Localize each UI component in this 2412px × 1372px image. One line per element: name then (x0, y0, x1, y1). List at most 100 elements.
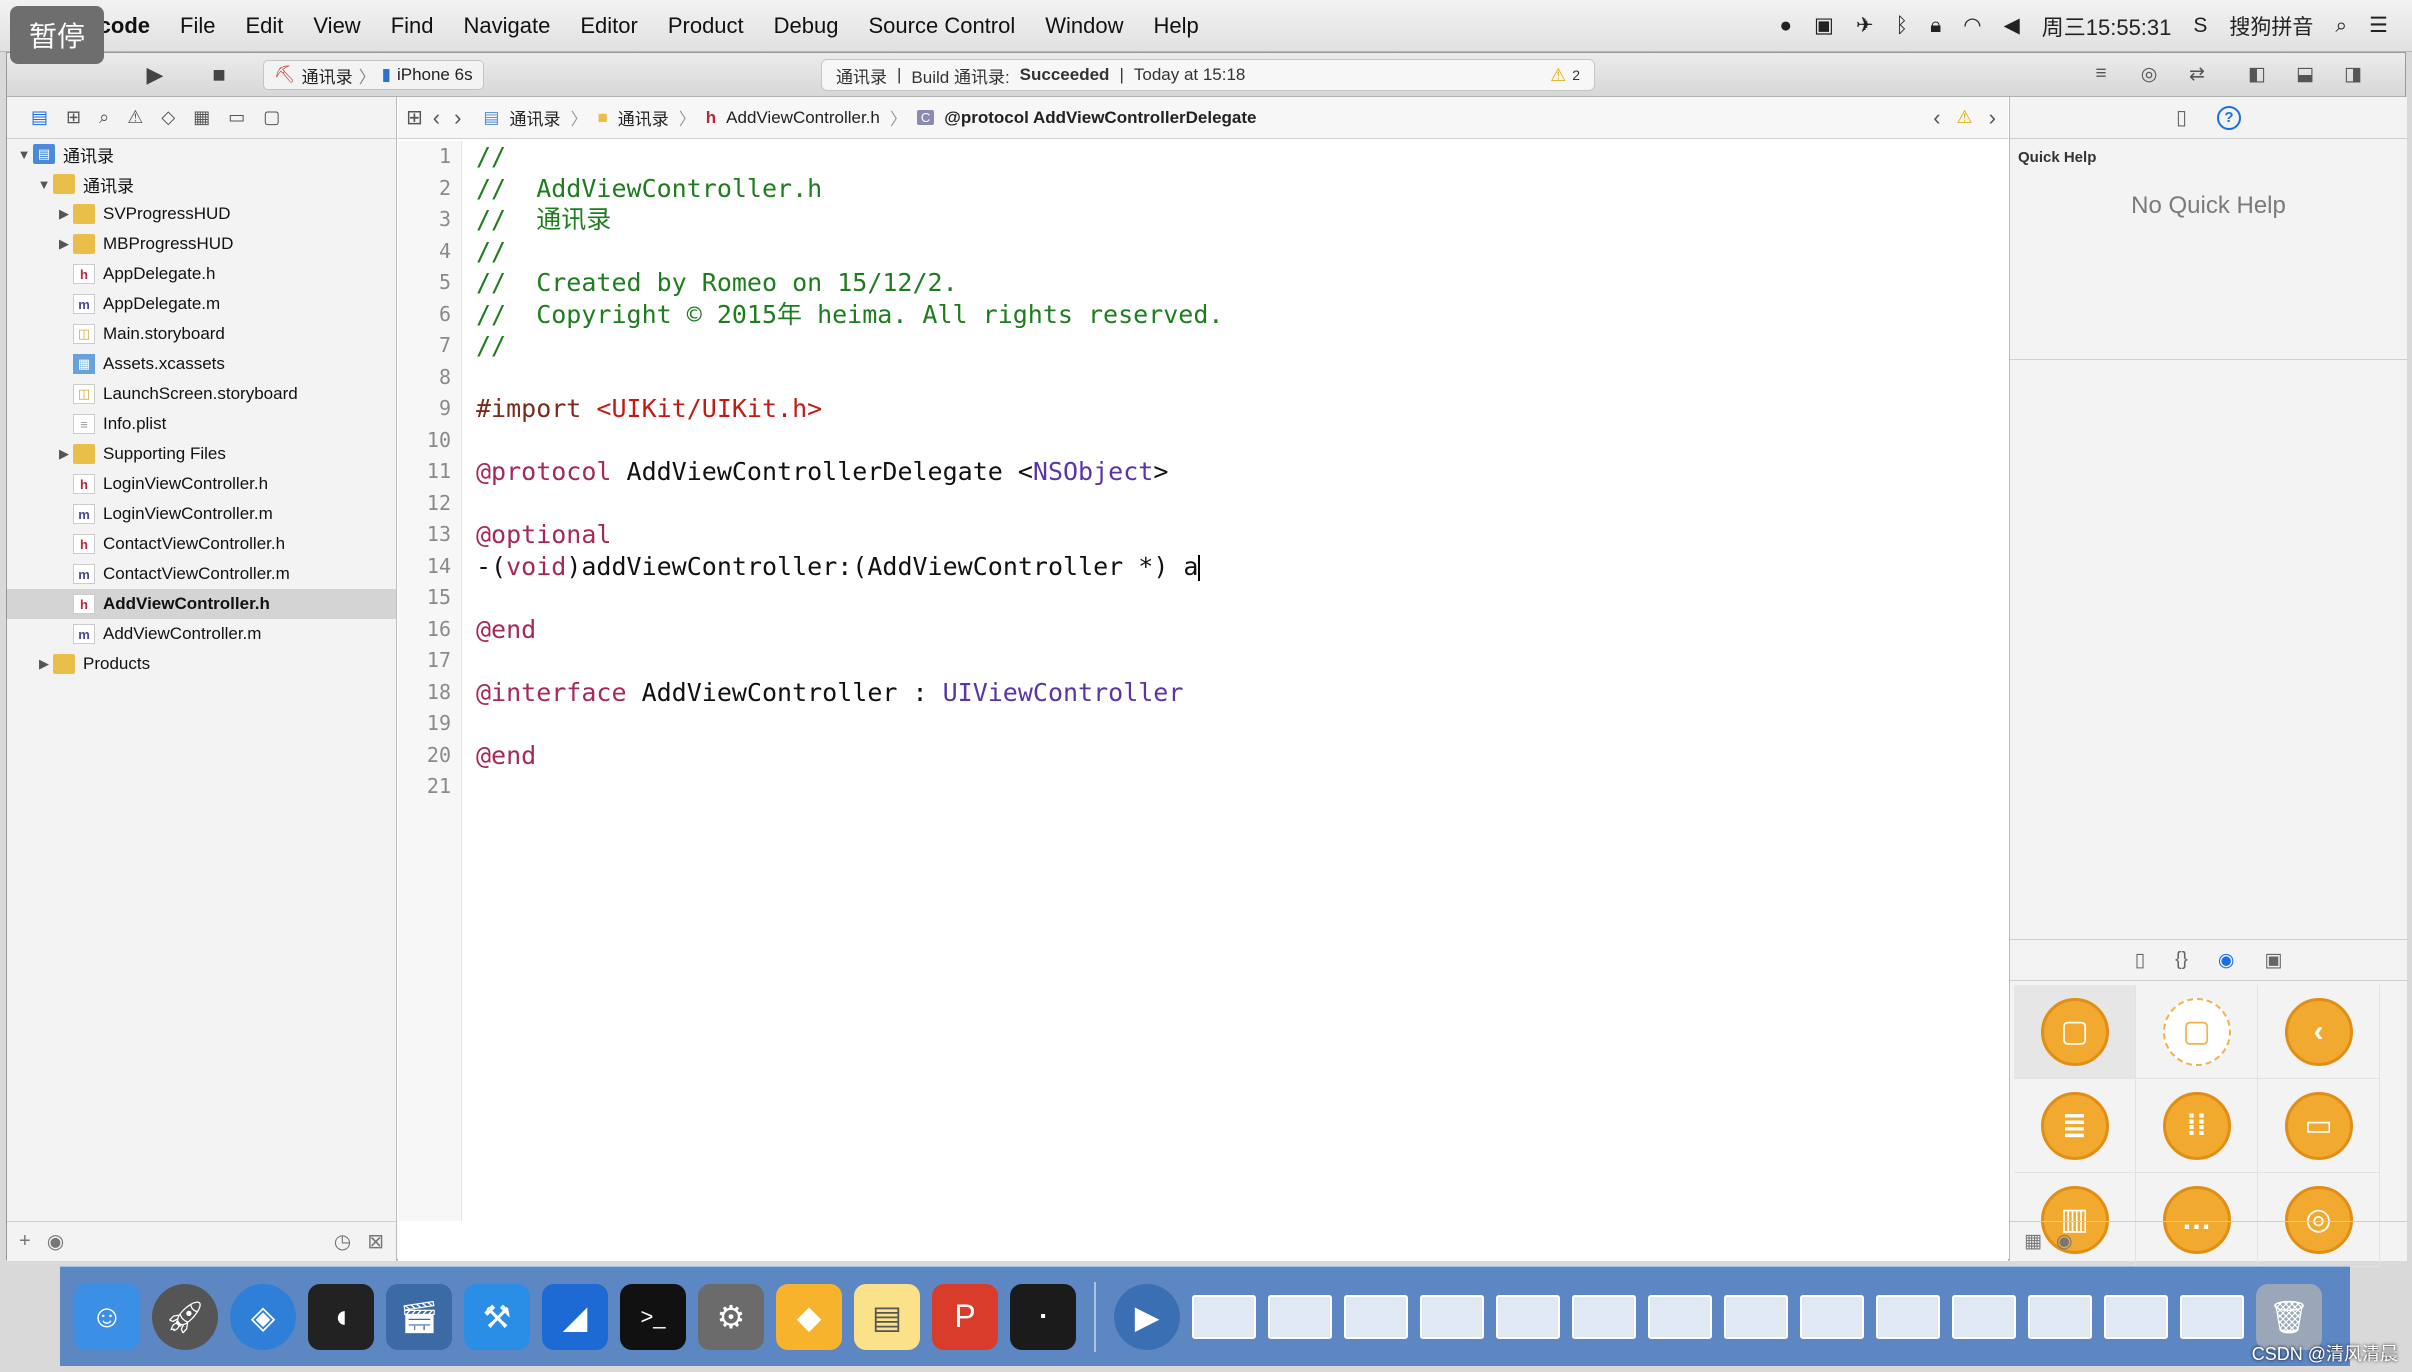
code-line[interactable] (476, 488, 1223, 520)
file-tree-row[interactable]: ▼ ▤ 通讯录 (7, 139, 396, 169)
line-number-gutter[interactable]: 1 2 3 4 5 6 7 8 9 10 11 12 13 14 15 16 17 18 19 20 21 (398, 141, 462, 1221)
mouse-app-icon[interactable]: ◖ (308, 1283, 374, 1350)
jump-crumb-project[interactable]: 通讯录 (509, 105, 560, 130)
jump-crumb-group[interactable]: 通讯录 (618, 105, 669, 130)
menu-file[interactable]: File (180, 13, 215, 39)
menu-window[interactable]: Window (1045, 13, 1123, 39)
issue-navigator-icon[interactable]: ⚠ (127, 107, 143, 128)
minimized-window[interactable] (1344, 1294, 1408, 1339)
volume-icon[interactable]: ◀ (2004, 13, 2020, 38)
menu-find[interactable]: Find (391, 13, 434, 39)
file-tree-row[interactable]: h ContactViewController.h (7, 529, 396, 559)
media-library-icon[interactable]: ▣ (2264, 949, 2282, 972)
file-tree-row[interactable]: ◫ LaunchScreen.storyboard (7, 379, 396, 409)
warning-indicator[interactable]: ⚠ 2 (1550, 65, 1580, 86)
minimized-window[interactable] (1800, 1294, 1864, 1339)
code-line[interactable] (476, 425, 1223, 457)
code-line[interactable]: @end (476, 740, 1223, 772)
minimized-window[interactable] (1876, 1294, 1940, 1339)
menu-product[interactable]: Product (668, 13, 744, 39)
disclosure-triangle-icon[interactable]: ▼ (15, 147, 33, 162)
library-view-controller[interactable]: ▢ (2014, 985, 2136, 1079)
code-line[interactable]: // (476, 330, 1223, 362)
code-line[interactable] (476, 771, 1223, 803)
menu-source-control[interactable]: Source Control (869, 13, 1016, 39)
file-tree-row[interactable]: h LoginViewController.h (7, 469, 396, 499)
file-tree-row[interactable]: ▶ Supporting Files (7, 439, 396, 469)
code-line[interactable]: @optional (476, 519, 1223, 551)
minimized-window[interactable] (2180, 1294, 2244, 1339)
symbol-navigator-icon[interactable]: ⊞ (66, 107, 81, 128)
instruments-icon[interactable]: ◢ (542, 1283, 608, 1350)
terminal-icon[interactable]: >_ (620, 1283, 686, 1350)
notification-center-icon[interactable]: ☰ (2369, 13, 2388, 38)
app-status-icon[interactable]: ● (1779, 14, 1792, 38)
disclosure-triangle-icon[interactable]: ▼ (35, 177, 53, 192)
code-line[interactable]: // AddViewController.h (476, 173, 1223, 205)
minimized-window[interactable] (1724, 1294, 1788, 1339)
stop-button[interactable]: ■ (197, 59, 241, 91)
presentation-app-icon[interactable]: P (932, 1283, 998, 1350)
forward-arrow-icon[interactable]: › (454, 105, 461, 131)
minimized-window[interactable] (2104, 1294, 2168, 1339)
related-items-icon[interactable]: ⊞ (406, 105, 423, 130)
previous-issue-icon[interactable]: ‹ (1933, 105, 1940, 131)
minimized-window[interactable] (1192, 1294, 1256, 1339)
minimized-window[interactable] (1572, 1294, 1636, 1339)
report-navigator-icon[interactable]: ▢ (263, 107, 280, 128)
wifi-icon[interactable]: ◠ (1963, 13, 1981, 38)
file-tree-row[interactable]: m LoginViewController.m (7, 499, 396, 529)
disclosure-triangle-icon[interactable]: ▶ (55, 236, 73, 252)
video-app-icon[interactable]: 🎬︎ (386, 1283, 452, 1350)
file-tree-row[interactable]: ◫ Main.storyboard (7, 319, 396, 349)
toggle-navigator-icon[interactable]: ◧ (2239, 59, 2275, 89)
code-line[interactable]: @end (476, 614, 1223, 646)
grid-view-icon[interactable]: ▦ (2024, 1230, 2042, 1253)
scheme-selector[interactable]: ⛏ 通讯录 〉 ▮ iPhone 6s (263, 60, 484, 90)
find-navigator-icon[interactable]: ⌕ (99, 107, 109, 128)
menu-debug[interactable]: Debug (774, 13, 839, 39)
assistant-editor-icon[interactable]: ◎ (2131, 59, 2167, 89)
code-line[interactable]: // 通讯录 (476, 204, 1223, 236)
disclosure-triangle-icon[interactable]: ▶ (55, 206, 73, 222)
run-button[interactable]: ▶ (133, 59, 177, 91)
minimized-window[interactable] (1268, 1294, 1332, 1339)
sketch-icon[interactable]: ◆ (776, 1283, 842, 1350)
menu-navigate[interactable]: Navigate (464, 13, 551, 39)
code-line[interactable]: @interface AddViewController : UIViewCon… (476, 677, 1223, 709)
file-tree-row[interactable]: h AppDelegate.h (7, 259, 396, 289)
library-storyboard-reference[interactable]: ▢ (2136, 985, 2258, 1079)
file-tree-row[interactable]: h AddViewController.h (7, 589, 396, 619)
spotlight-search-icon[interactable]: ⌕ (2335, 14, 2347, 38)
breakpoint-navigator-icon[interactable]: ▭ (228, 107, 245, 128)
console-icon[interactable]: ▪ (1010, 1283, 1076, 1350)
toggle-utilities-icon[interactable]: ◨ (2335, 59, 2371, 89)
back-arrow-icon[interactable]: ‹ (433, 105, 440, 131)
code-area[interactable]: 1 2 3 4 5 6 7 8 9 10 11 12 13 14 15 16 17 18 19 20 21 //// A… (398, 139, 2008, 1221)
input-method-icon[interactable]: S (2193, 14, 2207, 38)
filter-icon[interactable]: ◉ (47, 1229, 64, 1254)
disclosure-triangle-icon[interactable]: ▶ (55, 446, 73, 462)
notes-icon[interactable]: ▤ (854, 1283, 920, 1350)
recent-files-icon[interactable]: ◷ (334, 1229, 351, 1254)
file-inspector-icon[interactable]: ▯ (2176, 105, 2187, 130)
quicktime-icon[interactable]: ▶ (1114, 1283, 1180, 1350)
file-tree-row[interactable]: ▶ Products (7, 649, 396, 679)
jump-crumb-file[interactable]: AddViewController.h (726, 108, 880, 128)
code-line[interactable] (476, 708, 1223, 740)
file-tree-row[interactable]: m AddViewController.m (7, 619, 396, 649)
file-tree-row[interactable]: ▼ 通讯录 (7, 169, 396, 199)
version-editor-icon[interactable]: ⇄ (2179, 59, 2215, 89)
debug-navigator-icon[interactable]: ▦ (193, 107, 210, 128)
code-line[interactable]: #import <UIKit/UIKit.h> (476, 393, 1223, 425)
code-line[interactable]: // (476, 141, 1223, 173)
library-tab-bar-controller[interactable]: ▭ (2258, 1079, 2380, 1173)
file-tree-row[interactable]: m AppDelegate.m (7, 289, 396, 319)
code-text[interactable]: //// AddViewController.h// 通讯录//// Creat… (462, 141, 1223, 1221)
minimized-window[interactable] (2028, 1294, 2092, 1339)
finder-icon[interactable]: ☺ (74, 1283, 140, 1350)
file-tree-row[interactable]: ≡ Info.plist (7, 409, 396, 439)
file-tree-row[interactable]: ▶ SVProgressHUD (7, 199, 396, 229)
file-tree-row[interactable]: ▶ MBProgressHUD (7, 229, 396, 259)
clock[interactable]: 周三15:55:31 (2042, 10, 2172, 42)
